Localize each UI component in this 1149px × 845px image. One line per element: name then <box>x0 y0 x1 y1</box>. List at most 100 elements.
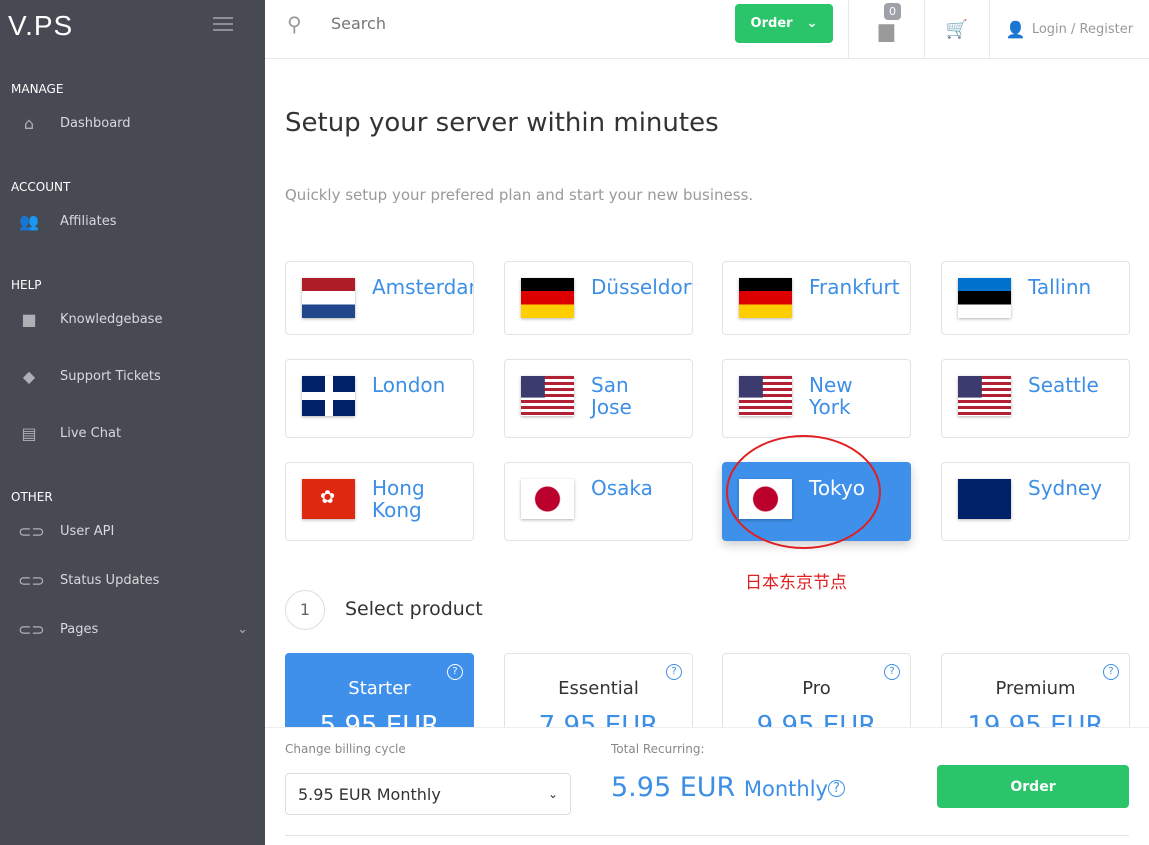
chevron-down-icon: ⌄ <box>547 787 558 801</box>
user-icon: 👤 <box>1005 20 1026 39</box>
product-name: Premium <box>995 678 1076 699</box>
section-account: ACCOUNT <box>11 180 71 194</box>
sidebar-item-label: Status Updates <box>60 572 160 588</box>
sidebar-item-live-chat[interactable]: ▤ Live Chat <box>18 424 248 443</box>
section-help: HELP <box>11 278 42 292</box>
location-tallinn[interactable]: Tallinn <box>941 261 1130 335</box>
product-name: Essential <box>558 678 639 699</box>
location-seattle[interactable]: Seattle <box>941 359 1130 438</box>
location-frankfurt[interactable]: Frankfurt <box>722 261 911 335</box>
order-footer: Change billing cycle 5.95 EUR Monthly ⌄ T… <box>265 727 1149 845</box>
total-period: Monthly <box>743 777 828 801</box>
sidebar: V.PS MANAGE ⌂ Dashboard ACCOUNT 👥 Affiliat… <box>0 0 265 845</box>
annotation-circle <box>726 435 881 549</box>
sidebar-item-label: User API <box>60 523 115 539</box>
location-düsseldorf[interactable]: Düsseldorf <box>504 261 693 335</box>
link-icon: ⊂⊃ <box>18 522 45 541</box>
link-icon: ⊂⊃ <box>18 620 45 639</box>
menu-icon[interactable] <box>213 17 233 31</box>
login-button[interactable]: 👤 Login / Register <box>989 0 1149 59</box>
page-title: Setup your server within minutes <box>285 108 719 138</box>
sidebar-item-label: Pages <box>60 621 99 637</box>
location-new-york[interactable]: New York <box>722 359 911 438</box>
sidebar-item-status-updates[interactable]: ⊂⊃ Status Updates <box>18 571 248 590</box>
cart-button[interactable]: 🛒 <box>924 0 989 59</box>
total-price: 5.95 EUR <box>611 772 736 803</box>
help-icon[interactable]: ? <box>447 664 463 680</box>
help-icon[interactable]: ? <box>666 664 682 680</box>
sidebar-item-knowledgebase[interactable]: ■ Knowledgebase <box>18 310 248 329</box>
link-icon: ⊂⊃ <box>18 571 45 590</box>
location-name: London <box>372 373 446 397</box>
location-london[interactable]: London <box>285 359 474 438</box>
notifications-button[interactable]: ▆ 0 <box>848 0 924 59</box>
sidebar-item-label: Dashboard <box>60 115 131 131</box>
order-label: Order <box>750 16 793 31</box>
location-amsterdam[interactable]: Amsterdam <box>285 261 474 335</box>
sidebar-item-label: Live Chat <box>60 425 122 441</box>
location-name: Sydney <box>1028 476 1103 500</box>
location-name: Seattle <box>1028 373 1099 397</box>
flag-icon <box>958 376 1011 416</box>
chat-icon: ▤ <box>21 424 37 443</box>
section-manage: MANAGE <box>11 82 64 96</box>
help-icon[interactable]: ? <box>827 780 845 797</box>
product-name: Starter <box>348 678 411 699</box>
sidebar-item-dashboard[interactable]: ⌂ Dashboard <box>18 114 248 133</box>
step-number: 1 <box>285 590 325 630</box>
chevron-down-icon: ⌄ <box>237 621 248 637</box>
cart-icon: 🛒 <box>945 19 969 40</box>
billing-label: Change billing cycle <box>285 742 406 756</box>
location-hong-kong[interactable]: ✿ Hong Kong <box>285 462 474 541</box>
location-name: Düsseldorf <box>591 275 693 299</box>
flag-icon <box>958 479 1011 519</box>
location-name: Amsterdam <box>372 275 473 299</box>
flag-icon <box>739 376 792 416</box>
flag-icon <box>521 479 574 519</box>
sidebar-item-label: Support Tickets <box>60 368 161 384</box>
ticket-icon: ◆ <box>22 367 36 386</box>
location-name: Osaka <box>591 476 653 500</box>
location-name: San Jose <box>591 373 632 419</box>
users-icon: 👥 <box>19 212 39 231</box>
sidebar-item-pages[interactable]: ⊂⊃ Pages ⌄ <box>18 620 248 639</box>
flag-icon <box>958 278 1011 318</box>
search-icon: ⚲ <box>287 12 302 36</box>
logo[interactable]: V.PS <box>8 10 73 42</box>
search-input[interactable] <box>331 14 631 33</box>
flag-icon <box>521 376 574 416</box>
total-label: Total Recurring: <box>611 742 705 756</box>
location-osaka[interactable]: Osaka <box>504 462 693 541</box>
chat-icon: ▆ <box>878 17 895 42</box>
sidebar-item-user-api[interactable]: ⊂⊃ User API <box>18 522 248 541</box>
total-recurring: 5.95 EUR Monthly? <box>611 772 845 803</box>
section-other: OTHER <box>11 490 53 504</box>
location-name: Hong Kong <box>372 476 425 522</box>
step-label: Select product <box>345 598 483 620</box>
billing-value: 5.95 EUR Monthly <box>298 784 441 804</box>
flag-icon <box>302 376 355 416</box>
location-sydney[interactable]: Sydney <box>941 462 1130 541</box>
order-dropdown-button[interactable]: Order ⌄ <box>735 4 833 43</box>
login-label: Login / Register <box>1031 22 1134 37</box>
divider <box>285 835 1129 836</box>
notification-badge: 0 <box>884 3 901 20</box>
location-name: New York <box>809 373 853 419</box>
flag-icon <box>521 278 574 318</box>
order-button[interactable]: Order <box>937 765 1129 808</box>
flag-icon <box>302 278 355 318</box>
home-icon: ⌂ <box>23 114 35 133</box>
sidebar-item-label: Knowledgebase <box>60 311 163 327</box>
flag-icon <box>739 278 792 318</box>
sidebar-item-support-tickets[interactable]: ◆ Support Tickets <box>18 367 248 386</box>
sidebar-item-affiliates[interactable]: 👥 Affiliates <box>18 212 248 231</box>
flag-icon: ✿ <box>302 479 355 519</box>
help-icon[interactable]: ? <box>884 664 900 680</box>
product-name: Pro <box>802 678 831 699</box>
location-san-jose[interactable]: San Jose <box>504 359 693 438</box>
folder-icon: ■ <box>21 310 37 329</box>
annotation-text: 日本东京节点 <box>745 573 847 593</box>
chevron-down-icon: ⌄ <box>806 16 818 31</box>
billing-cycle-select[interactable]: 5.95 EUR Monthly ⌄ <box>285 773 571 815</box>
help-icon[interactable]: ? <box>1103 664 1119 680</box>
